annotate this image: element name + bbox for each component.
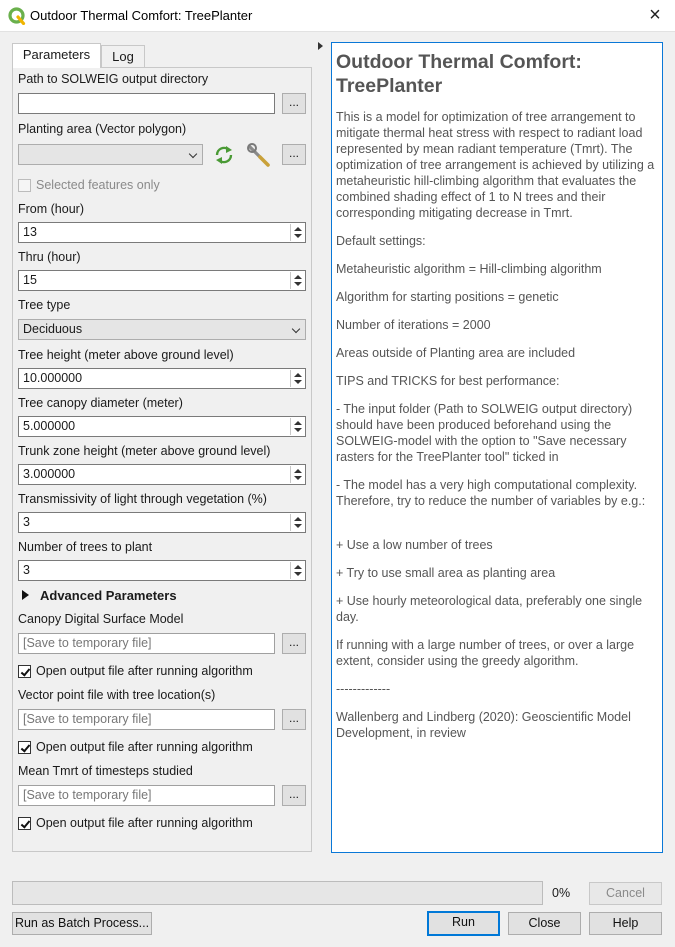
help-paragraph: + Use a low number of trees <box>336 538 493 552</box>
solweig-dir-label: Path to SOLWEIG output directory <box>18 72 209 86</box>
from-hour-label: From (hour) <box>18 202 84 216</box>
chevron-down-icon <box>188 149 198 159</box>
transmissivity-spinbox[interactable]: 3 <box>18 512 306 533</box>
tree-height-value: 10.000000 <box>23 371 83 385</box>
spin-arrows-icon[interactable] <box>290 370 304 387</box>
tree-type-value: Deciduous <box>23 322 83 336</box>
iterate-icon[interactable] <box>212 144 236 166</box>
transmissivity-value: 3 <box>23 515 30 529</box>
help-paragraph: + Use hourly meteorological data, prefer… <box>336 594 643 624</box>
mean-tmrt-input[interactable]: [Save to temporary file] <box>18 785 275 806</box>
tree-points-input[interactable]: [Save to temporary file] <box>18 709 275 730</box>
tree-points-browse-button[interactable]: ... <box>282 709 306 730</box>
canopy-diameter-label: Tree canopy diameter (meter) <box>18 396 183 410</box>
selected-only-checkbox[interactable] <box>18 179 31 192</box>
num-trees-value: 3 <box>23 563 30 577</box>
mean-tmrt-browse-button[interactable]: ... <box>282 785 306 806</box>
tree-height-label: Tree height (meter above ground level) <box>18 348 234 362</box>
canopy-diameter-value: 5.000000 <box>23 419 76 433</box>
planting-area-label: Planting area (Vector polygon) <box>18 122 187 136</box>
help-panel[interactable]: Outdoor Thermal Comfort: TreePlanter Thi… <box>331 42 663 853</box>
trunk-height-label: Trunk zone height (meter above ground le… <box>18 444 271 458</box>
help-paragraph: TIPS and TRICKS for best performance: <box>336 374 560 388</box>
help-paragraph: Algorithm for starting positions = genet… <box>336 290 559 304</box>
trunk-height-spinbox[interactable]: 3.000000 <box>18 464 306 485</box>
chevron-down-icon <box>291 324 301 334</box>
help-separator: ------------- <box>336 682 391 696</box>
expand-arrow-icon[interactable] <box>22 590 29 600</box>
window-title: Outdoor Thermal Comfort: TreePlanter <box>30 8 253 23</box>
help-paragraph: Number of iterations = 2000 <box>336 318 491 332</box>
spin-arrows-icon[interactable] <box>290 562 304 579</box>
thru-hour-label: Thru (hour) <box>18 250 81 264</box>
num-trees-spinbox[interactable]: 3 <box>18 560 306 581</box>
thru-hour-value: 15 <box>23 273 37 287</box>
canopy-dsm-open-label: Open output file after running algorithm <box>36 664 253 678</box>
canopy-dsm-input[interactable]: [Save to temporary file] <box>18 633 275 654</box>
cancel-button[interactable]: Cancel <box>589 882 662 905</box>
mean-tmrt-label: Mean Tmrt of timesteps studied <box>18 764 193 778</box>
help-paragraph: + Try to use small area as planting area <box>336 566 556 580</box>
tree-points-open-label: Open output file after running algorithm <box>36 740 253 754</box>
help-paragraph: Metaheuristic algorithm = Hill-climbing … <box>336 262 602 276</box>
spin-arrows-icon[interactable] <box>290 466 304 483</box>
planting-area-select[interactable] <box>18 144 203 165</box>
run-batch-button[interactable]: Run as Batch Process... <box>12 912 152 935</box>
selected-only-label: Selected features only <box>36 178 160 192</box>
tab-parameters[interactable]: Parameters <box>12 43 101 68</box>
help-citation: Wallenberg and Lindberg (2020): Geoscien… <box>336 710 631 740</box>
close-button[interactable]: Close <box>508 912 581 935</box>
from-hour-spinbox[interactable]: 13 <box>18 222 306 243</box>
solweig-dir-browse-button[interactable]: ... <box>282 93 306 114</box>
title-bar: Outdoor Thermal Comfort: TreePlanter × <box>0 0 675 32</box>
help-title: Outdoor Thermal Comfort: TreePlanter <box>336 51 582 97</box>
tree-type-select[interactable]: Deciduous <box>18 319 306 340</box>
trunk-height-value: 3.000000 <box>23 467 76 481</box>
tree-points-open-checkbox[interactable] <box>18 741 31 754</box>
tree-height-spinbox[interactable]: 10.000000 <box>18 368 306 389</box>
transmissivity-label: Transmissivity of light through vegetati… <box>18 492 267 506</box>
wrench-icon[interactable] <box>247 143 273 167</box>
help-paragraph: - The model has a very high computationa… <box>336 478 646 508</box>
run-button[interactable]: Run <box>427 911 500 936</box>
help-button[interactable]: Help <box>589 912 662 935</box>
tree-type-label: Tree type <box>18 298 71 312</box>
tab-log[interactable]: Log <box>101 45 145 67</box>
help-paragraph: Default settings: <box>336 234 426 248</box>
splitter-arrow-icon[interactable] <box>318 42 323 50</box>
help-paragraph: Areas outside of Planting area are inclu… <box>336 346 576 360</box>
qgis-logo-icon <box>8 7 26 25</box>
canopy-dsm-browse-button[interactable]: ... <box>282 633 306 654</box>
help-paragraph: - The input folder (Path to SOLWEIG outp… <box>336 402 633 464</box>
canopy-dsm-label: Canopy Digital Surface Model <box>18 612 184 626</box>
progress-bar <box>12 881 543 905</box>
spin-arrows-icon[interactable] <box>290 272 304 289</box>
help-paragraph: If running with a large number of trees,… <box>336 638 635 668</box>
spin-arrows-icon[interactable] <box>290 418 304 435</box>
help-paragraph: This is a model for optimization of tree… <box>336 110 655 220</box>
canopy-diameter-spinbox[interactable]: 5.000000 <box>18 416 306 437</box>
canopy-dsm-open-checkbox[interactable] <box>18 665 31 678</box>
mean-tmrt-open-label: Open output file after running algorithm <box>36 816 253 830</box>
num-trees-label: Number of trees to plant <box>18 540 153 554</box>
planting-area-browse-button[interactable]: ... <box>282 144 306 165</box>
from-hour-value: 13 <box>23 225 37 239</box>
tree-points-label: Vector point file with tree location(s) <box>18 688 216 702</box>
mean-tmrt-open-checkbox[interactable] <box>18 817 31 830</box>
progress-percent: 0% <box>552 886 571 900</box>
spin-arrows-icon[interactable] <box>290 514 304 531</box>
spin-arrows-icon[interactable] <box>290 224 304 241</box>
close-icon[interactable]: × <box>643 4 667 28</box>
advanced-parameters-toggle[interactable]: Advanced Parameters <box>40 588 177 603</box>
thru-hour-spinbox[interactable]: 15 <box>18 270 306 291</box>
solweig-dir-input[interactable] <box>18 93 275 114</box>
